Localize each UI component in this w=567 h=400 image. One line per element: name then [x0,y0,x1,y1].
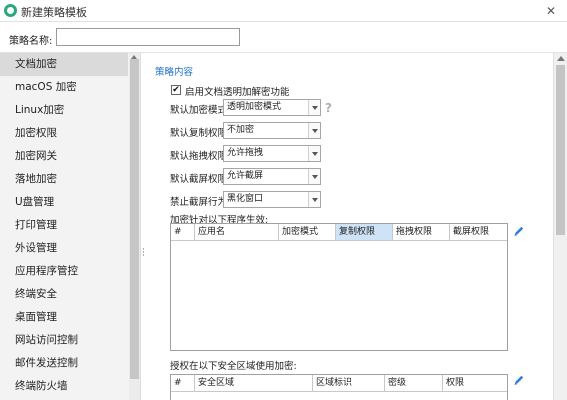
chevron-down-icon[interactable] [308,123,320,138]
sidebar-scrollbar[interactable] [129,53,140,400]
sidebar-item-app-control[interactable]: 应用程序管控 [0,260,128,283]
edit-programs-icon[interactable] [513,225,525,237]
drag-permission-label: 默认拖拽权限 [170,151,228,162]
sidebar-item-landing-encryption[interactable]: 落地加密 [0,168,128,191]
enable-encryption-label: 启用文档透明加解密功能 [185,87,290,98]
screenshot-permission-label: 默认截屏权限 [170,174,228,185]
chevron-down-icon[interactable] [308,100,320,115]
sidebar-item-website-access[interactable]: 网站访问控制 [0,329,128,352]
sidebar-item-endpoint-firewall[interactable]: 终端防火墙 [0,375,128,398]
screenshot-permission-value: 允许截屏 [227,171,264,181]
copy-permission-value: 不加密 [227,125,255,135]
column-header-screenshot-permission[interactable]: 截屏权限 [450,224,507,240]
area-grid[interactable]: # 安全区域 区域标识 密级 权限 [170,374,508,400]
drag-permission-value: 允许拖拽 [227,148,264,158]
block-screenshot-value: 黑化窗口 [227,194,264,204]
column-header-drag-permission[interactable]: 拖拽权限 [393,224,450,240]
window-title: 新建策略模板 [21,6,87,19]
column-header-copy-permission[interactable]: 复制权限 [336,224,393,240]
chevron-down-icon[interactable] [308,169,320,184]
sidebar-item-encryption-permissions[interactable]: 加密权限 [0,122,128,145]
main-scroll-thumb[interactable] [556,65,565,235]
block-screenshot-select[interactable]: 黑化窗口 [223,191,321,208]
encrypt-mode-label: 默认加密模式 [170,105,228,116]
sidebar-item-print-management[interactable]: 打印管理 [0,214,128,237]
app-logo-icon [4,4,17,17]
sidebar-item-email-control[interactable]: 邮件发送控制 [0,352,128,375]
sidebar-scroll-up-icon[interactable] [131,55,137,59]
sidebar-item-usb-management[interactable]: U盘管理 [0,191,128,214]
column-header-secure-area[interactable]: 安全区域 [195,375,313,391]
screenshot-permission-select[interactable]: 允许截屏 [223,168,321,185]
sidebar-item-desktop-management[interactable]: 桌面管理 [0,306,128,329]
close-icon[interactable]: ✕ [540,2,562,20]
scroll-up-icon[interactable] [557,56,565,61]
program-grid-header: # 应用名 加密模式 复制权限 拖拽权限 截屏权限 [171,224,507,241]
program-grid[interactable]: # 应用名 加密模式 复制权限 拖拽权限 截屏权限 [170,223,508,351]
column-header-area-id[interactable]: 区域标识 [313,375,385,391]
edit-areas-icon[interactable] [513,374,525,386]
drag-permission-select[interactable]: 允许拖拽 [223,145,321,162]
sidebar-item-encryption-gateway[interactable]: 加密网关 [0,145,128,168]
sidebar-item-macos-encryption[interactable]: macOS 加密 [0,76,128,99]
enable-encryption-checkbox[interactable]: ✔ [171,85,181,95]
chevron-down-icon[interactable] [308,146,320,161]
copy-permission-label: 默认复制权限 [170,128,228,139]
column-header-classification[interactable]: 密级 [385,375,443,391]
section-title: 策略内容 [155,67,194,78]
area-grid-header: # 安全区域 区域标识 密级 权限 [171,375,507,392]
sidebar-scroll-thumb[interactable] [130,59,139,379]
sidebar-item-document-encryption[interactable]: 文档加密 [0,53,128,76]
column-header-encrypt-mode[interactable]: 加密模式 [279,224,336,240]
block-screenshot-label: 禁止截屏行为 [170,197,228,208]
column-header-index[interactable]: # [171,375,195,391]
policy-name-row: 策略名称: [0,22,567,53]
sidebar-item-peripheral-management[interactable]: 外设管理 [0,237,128,260]
column-header-permission[interactable]: 权限 [443,375,507,391]
help-icon[interactable]: ? [325,101,335,115]
column-header-index[interactable]: # [171,224,195,240]
encrypt-mode-select[interactable]: 透明加密模式 [223,99,321,116]
splitter-grip-icon: · · · [142,245,145,261]
column-header-app-name[interactable]: 应用名 [195,224,279,240]
sidebar: 文档加密 macOS 加密 Linux加密 加密权限 加密网关 落地加密 U盘管… [0,53,141,400]
encrypt-mode-value: 透明加密模式 [227,102,282,112]
sidebar-item-endpoint-security[interactable]: 终端安全 [0,283,128,306]
chevron-down-icon[interactable] [308,192,320,207]
sidebar-item-linux-encryption[interactable]: Linux加密 [0,99,128,122]
copy-permission-select[interactable]: 不加密 [223,122,321,139]
policy-name-input[interactable] [56,28,240,46]
area-grid-label: 授权在以下安全区域使用加密: [170,361,297,372]
title-bar: 新建策略模板 ✕ [0,0,567,22]
main-scrollbar[interactable] [553,53,567,400]
policy-content-panel: 策略内容 ✔ 启用文档透明加解密功能 默认加密模式 透明加密模式 ? 默认复制权… [147,53,553,400]
policy-name-label: 策略名称: [9,36,53,47]
